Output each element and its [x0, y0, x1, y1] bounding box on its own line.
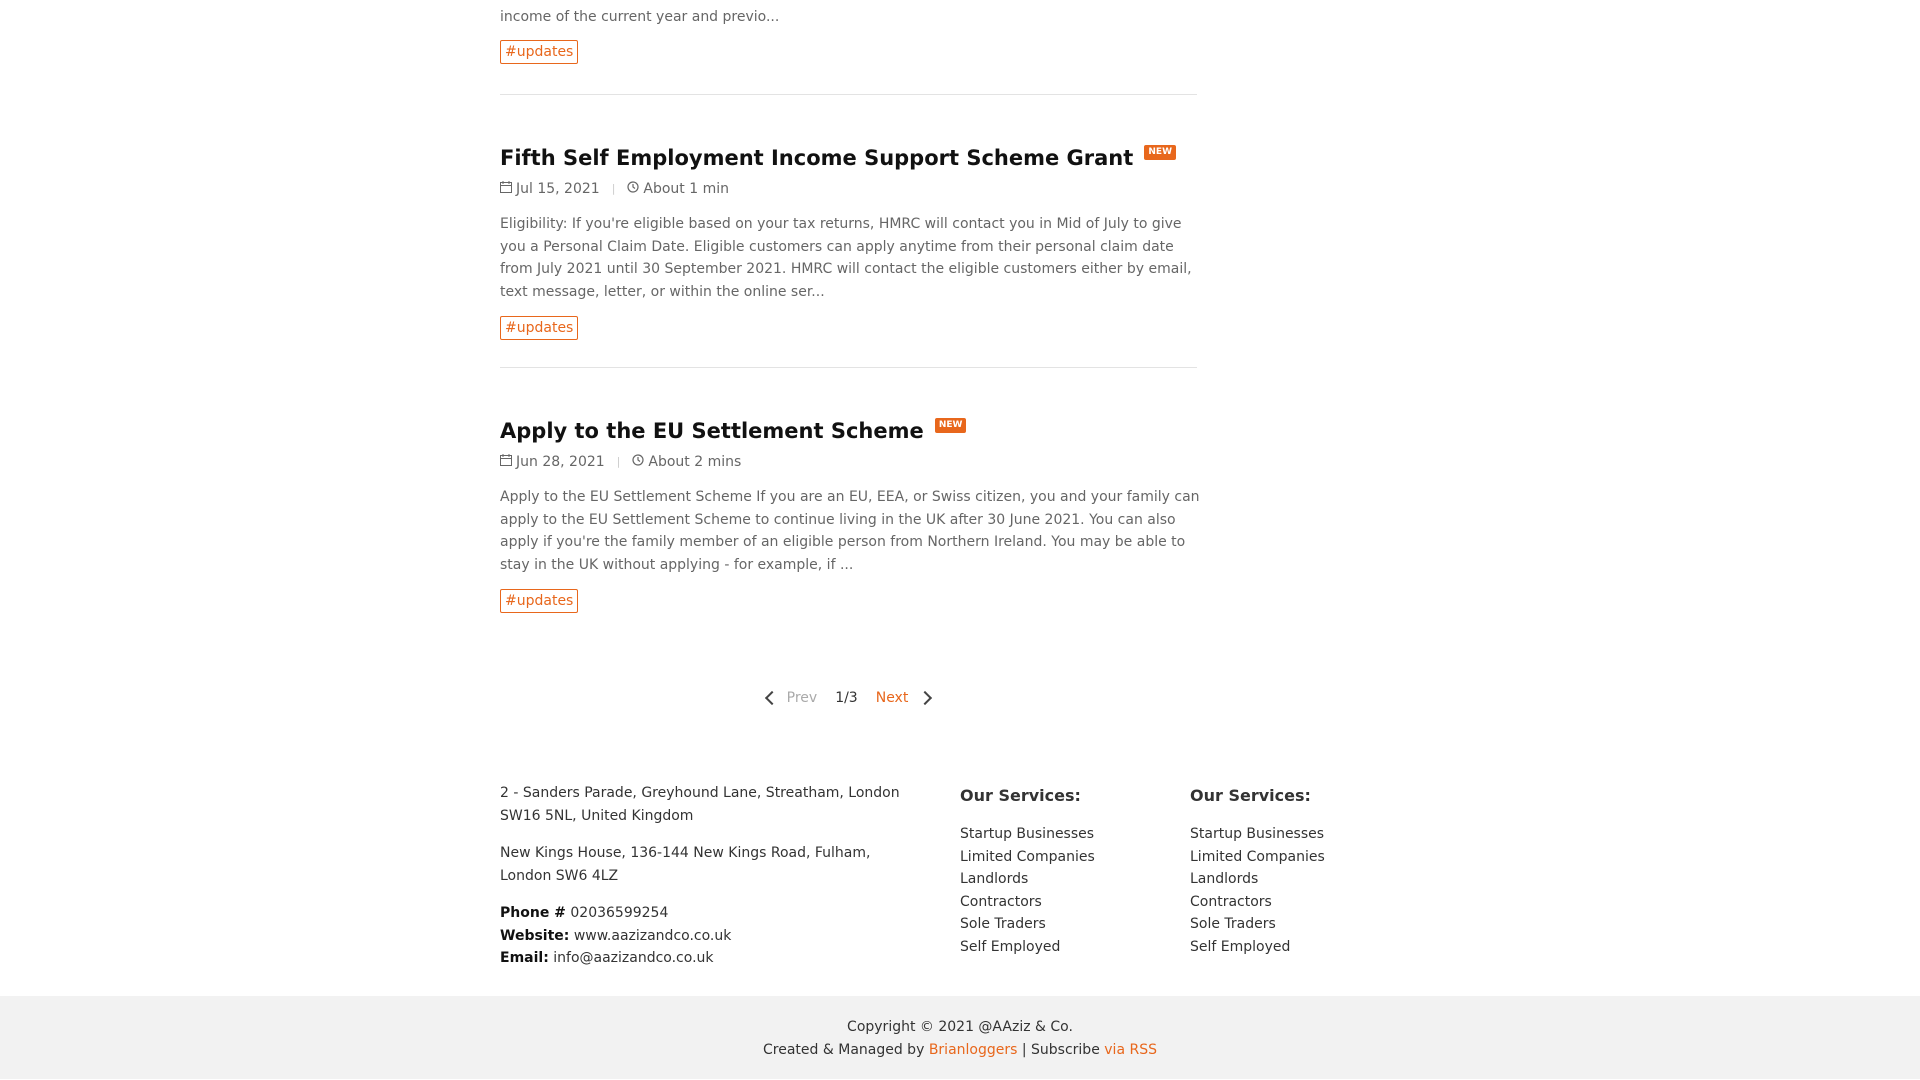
footer-contact: 2 - Sanders Parade, Greyhound Lane, Stre… [500, 782, 900, 970]
post-date: Jun 28, 2021 [516, 454, 605, 470]
post-item: Fifth Self Employment Income Support Sch… [500, 95, 1197, 368]
page-indicator: 1/3 [835, 690, 858, 706]
post-date: Jul 15, 2021 [516, 181, 600, 197]
post-read-time: About 1 min [643, 181, 730, 197]
prev-page-button[interactable]: Prev [787, 690, 818, 706]
tag-link[interactable]: #updates [500, 589, 579, 613]
phone-line: Phone # 02036599254 [500, 902, 900, 925]
credits-line: Created & Managed by Brianloggers | Subs… [0, 1039, 1920, 1062]
clock-icon [632, 452, 644, 472]
website-url: www.aazizandco.co.uk [573, 927, 732, 944]
service-item[interactable]: Limited Companies [960, 846, 1180, 869]
services-list: Startup Businesses Limited Companies Lan… [960, 823, 1180, 958]
post-title-link[interactable]: Apply to the EU Settlement Scheme [500, 419, 929, 443]
copyright-text: Copyright © 2021 @AAziz & Co. [847, 1019, 1073, 1035]
website-line: Website: www.aazizandco.co.uk [500, 925, 900, 948]
clock-icon [627, 179, 640, 199]
phone-number: 02036599254 [570, 905, 669, 921]
service-item[interactable]: Contractors [960, 891, 1180, 914]
email-label: Email: [500, 950, 549, 966]
copyright-bar: Copyright © 2021 @AAziz & Co. Created & … [0, 996, 1920, 1079]
chevron-right-icon[interactable] [918, 690, 933, 706]
rss-link[interactable]: via RSS [1104, 1042, 1157, 1058]
post-title: Apply to the EU Settlement Scheme [500, 419, 924, 443]
services-list: Startup Businesses Limited Companies Lan… [1190, 823, 1410, 958]
service-item[interactable]: Contractors [1190, 891, 1410, 914]
calendar-icon [500, 452, 512, 472]
chevron-left-icon[interactable] [764, 690, 779, 706]
post-excerpt: income of the current year and previo... [500, 6, 779, 28]
address-streatham: 2 - Sanders Parade, Greyhound Lane, Stre… [500, 785, 900, 824]
tag-link[interactable]: #updates [500, 316, 579, 340]
email-line: Email: info@aazizandco.co.uk [500, 947, 900, 970]
post-item: Apply to the EU Settlement Scheme NEW Ju… [500, 368, 1200, 613]
created-prefix: Created & Managed by [763, 1042, 925, 1058]
post-read-time: About 2 mins [648, 454, 742, 470]
service-item[interactable]: Self Employed [960, 936, 1180, 959]
services-column: Our Services: Startup Businesses Limited… [960, 786, 1180, 958]
post-title-link[interactable]: Fifth Self Employment Income Support Sch… [500, 146, 1138, 170]
service-item[interactable]: Startup Businesses [1190, 823, 1410, 846]
post-meta: Jun 28, 2021 | About 2 mins [500, 452, 1197, 472]
meta-divider: | [611, 182, 616, 195]
tag-link[interactable]: #updates [500, 40, 579, 64]
new-badge: NEW [1144, 145, 1176, 160]
post-item-previous: income of the current year and previo...… [500, 0, 1197, 95]
services-column: Our Services: Startup Businesses Limited… [1190, 786, 1410, 958]
calendar-icon [500, 179, 512, 199]
email-address: info@aazizandco.co.uk [553, 950, 714, 966]
post-excerpt: Apply to the EU Settlement Scheme If you… [500, 489, 1200, 573]
post-excerpt-text: income of the current year and previo... [500, 9, 780, 25]
new-badge: NEW [934, 418, 967, 433]
brianloggers-link[interactable]: Brianloggers [929, 1042, 1018, 1058]
service-item[interactable]: Startup Businesses [960, 823, 1180, 846]
meta-divider: | [616, 455, 621, 468]
address-fulham: New Kings House, 136-144 New Kings Road,… [500, 845, 871, 884]
pagination: Prev 1/3 Next [500, 690, 1197, 706]
service-item[interactable]: Self Employed [1190, 936, 1410, 959]
service-item[interactable]: Sole Traders [960, 913, 1180, 936]
next-page-button[interactable]: Next [876, 690, 909, 706]
services-heading: Our Services: [960, 786, 1081, 805]
post-meta: Jul 15, 2021 | About 1 min [500, 179, 1197, 199]
service-item[interactable]: Landlords [1190, 868, 1410, 891]
post-title: Fifth Self Employment Income Support Sch… [500, 146, 1134, 170]
post-excerpt: Eligibility: If you're eligible based on… [500, 216, 1192, 300]
subscribe-prefix: | Subscribe [1021, 1042, 1100, 1058]
services-heading: Our Services: [1190, 786, 1311, 805]
phone-label: Phone # [500, 905, 566, 921]
service-item[interactable]: Sole Traders [1190, 913, 1410, 936]
post-list: income of the current year and previo...… [500, 0, 1200, 706]
service-item[interactable]: Limited Companies [1190, 846, 1410, 869]
service-item[interactable]: Landlords [960, 868, 1180, 891]
website-label: Website: [500, 927, 570, 944]
